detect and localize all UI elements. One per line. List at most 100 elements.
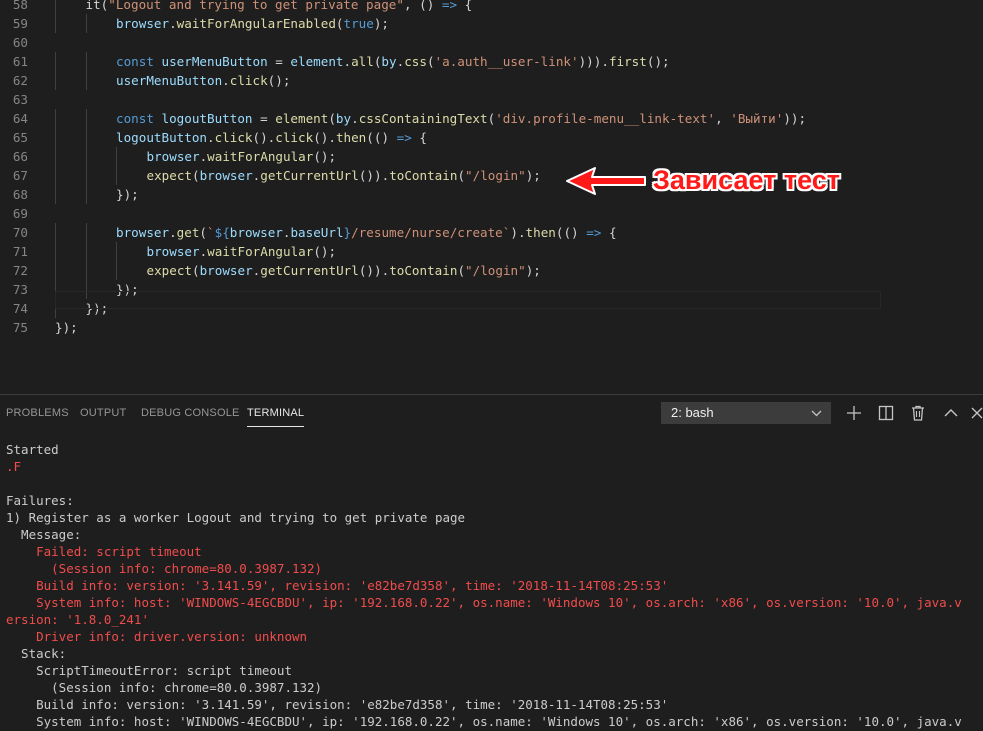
terminal-line: Build info: version: '3.141.59', revisio… (6, 697, 669, 712)
close-icon[interactable] (967, 403, 983, 423)
line-number: 62 (12, 73, 28, 88)
code-text: expect(browser.getCurrentUrl()).toContai… (147, 166, 541, 185)
code-line: 58 it("Logout and trying to get private p… (0, 0, 983, 14)
chevron-up-icon[interactable] (941, 403, 961, 423)
code-token: 'a.auth__user-link' (434, 54, 579, 69)
line-number: 64 (12, 111, 28, 126)
code-text: }); (55, 318, 78, 337)
chevron-down-icon (811, 403, 822, 430)
line-number: 67 (12, 168, 28, 183)
indent-guide (55, 128, 56, 147)
code-token: ); (373, 16, 390, 31)
code-token: cssContainingText (358, 111, 488, 126)
tab-terminal[interactable]: TERMINAL (247, 395, 305, 431)
code-token: => (441, 0, 458, 12)
terminal-select[interactable]: 2: bash (661, 402, 831, 424)
code-token: => (586, 225, 602, 240)
code-token: then (525, 225, 556, 240)
terminal-line: (Session info: chrome=80.0.3987.132) (6, 561, 323, 576)
indent-guide (85, 261, 87, 280)
line-number: 71 (12, 244, 28, 259)
split-icon[interactable] (876, 403, 896, 423)
line-number: 63 (12, 92, 28, 107)
code-token: "Logout and trying to get private page" (108, 0, 404, 12)
code-token: ( (426, 54, 435, 69)
code-text: expect(browser.getCurrentUrl()).toContai… (147, 261, 541, 280)
code-token: browser (199, 168, 253, 183)
code-token: element (275, 111, 329, 126)
terminal-line: ersion: '1.8.0_241' (6, 612, 149, 627)
code-token: = (267, 54, 291, 69)
code-token: logoutButton (116, 130, 207, 145)
tab-output[interactable]: OUTPUT (80, 395, 126, 431)
code-token: . (343, 54, 352, 69)
code-token: . (169, 16, 177, 31)
indent-guide (116, 147, 117, 166)
code-line: 65 logoutButton.click().click().then(() =… (0, 128, 983, 147)
terminal-line: Stack: (6, 646, 67, 661)
code-line: 64 const logoutButton = element(by.cssCon… (0, 109, 983, 128)
code-text: browser.get(`${browser.baseUrl}/resume/n… (116, 223, 617, 242)
code-token: browser (146, 244, 200, 259)
indent-guide (55, 52, 56, 71)
plus-icon[interactable] (844, 403, 864, 423)
code-token: const (116, 54, 162, 69)
code-token: }); (55, 320, 78, 335)
terminal-line: Failed: script timeout (6, 544, 202, 559)
code-token: ( (199, 225, 208, 240)
indent-guide (55, 0, 56, 14)
line-number: 61 (12, 54, 28, 69)
code-line: 62 userMenuButton.click(); (0, 71, 983, 90)
code-text: const userMenuButton = element.all(by.cs… (116, 52, 670, 71)
terminal-line: Message: (6, 527, 82, 542)
code-line: 72 expect(browser.getCurrentUrl()).toCont… (0, 261, 983, 280)
panel-tabbar: PROBLEMS OUTPUT DEBUG CONSOLE TERMINAL 2… (0, 395, 983, 431)
line-number: 65 (12, 130, 28, 145)
code-token: first (608, 54, 647, 69)
code-token: toContain (389, 168, 458, 183)
code-text: browser.waitForAngularEnabled(true); (116, 14, 389, 33)
indent-guide (116, 166, 117, 185)
code-token: baseUrl (290, 225, 344, 240)
code-token: (). (313, 130, 336, 145)
terminal-line: ScriptTimeoutError: script timeout (6, 663, 292, 678)
indent-guide (85, 128, 87, 147)
code-text: browser.waitForAngular(); (147, 147, 337, 166)
current-line-highlight (55, 291, 881, 309)
indent-guide (85, 109, 87, 128)
code-token: "/login" (465, 168, 526, 183)
tab-debug-console[interactable]: DEBUG CONSOLE (141, 395, 240, 431)
code-token: ); (525, 168, 541, 183)
code-token: (); (313, 244, 337, 259)
code-text: browser.waitForAngular(); (147, 242, 337, 261)
terminal-line: (Session info: chrome=80.0.3987.132) (6, 680, 323, 695)
code-token: browser (146, 149, 200, 164)
line-number: 60 (12, 35, 28, 50)
code-token: . (207, 130, 215, 145)
code-editor[interactable]: 58 it("Logout and trying to get private p… (0, 0, 983, 394)
code-token: ()). (358, 168, 390, 183)
code-token: toContain (389, 263, 458, 278)
indent-guide (85, 223, 87, 242)
code-token: (); (313, 149, 337, 164)
red-arrow-icon (566, 167, 646, 195)
code-token: by (381, 54, 397, 69)
code-token: (() (366, 130, 397, 145)
code-token: , (715, 111, 731, 126)
code-token: expect (146, 263, 193, 278)
code-token: waitForAngularEnabled (176, 16, 336, 31)
code-token: ( (328, 111, 336, 126)
code-token: all (351, 54, 374, 69)
code-token: userMenuButton (116, 73, 223, 88)
tab-problems[interactable]: PROBLEMS (6, 395, 69, 431)
indent-guide (55, 223, 56, 242)
code-token: ( (335, 16, 344, 31)
code-token: ()). (358, 263, 390, 278)
line-number: 73 (12, 282, 28, 297)
code-token: (). (252, 130, 276, 145)
terminal-output[interactable]: Started .F Failures: 1) Register as a worke… (6, 441, 981, 730)
trash-icon[interactable] (908, 403, 928, 423)
code-token: ); (525, 263, 541, 278)
line-number: 59 (12, 16, 28, 31)
indent-guide (85, 242, 87, 261)
